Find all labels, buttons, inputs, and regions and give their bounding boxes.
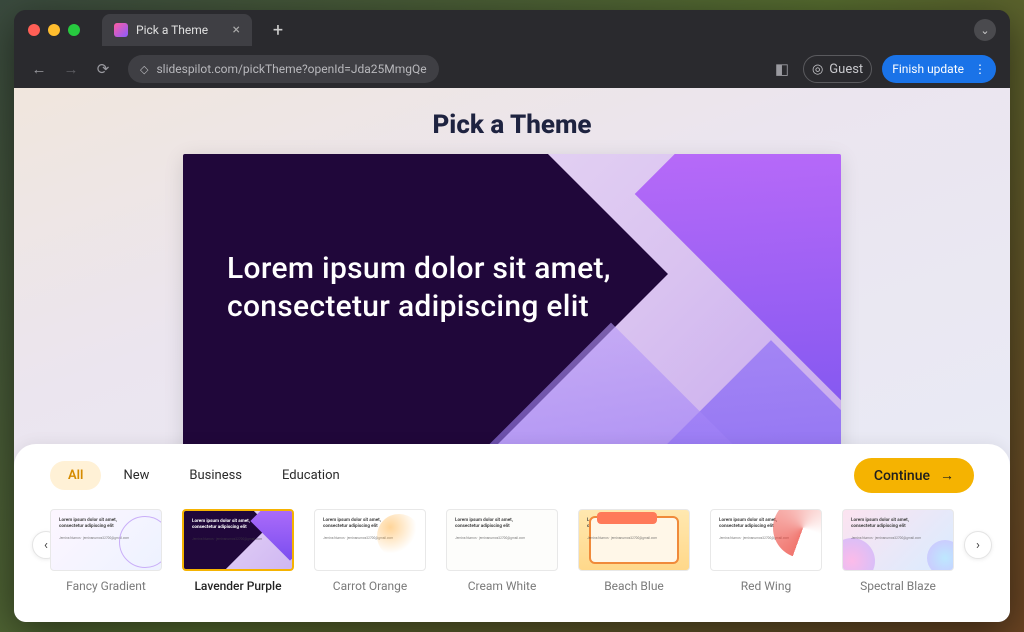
new-tab-button[interactable]: + (266, 18, 290, 42)
theme-label: Red Wing (741, 579, 791, 593)
profile-icon: ◎ (812, 62, 823, 77)
tab-title: Pick a Theme (136, 23, 208, 37)
page-title: Pick a Theme (14, 88, 1010, 140)
theme-card: Lorem ipsum dolor sit amet, consectetur … (314, 509, 426, 571)
theme-thumb[interactable]: Lorem ipsum dolor sit amet, consectetur … (50, 509, 162, 593)
site-info-icon[interactable]: ◇ (140, 63, 148, 76)
panel-toggle-icon[interactable]: ◧ (771, 60, 793, 78)
theme-thumb[interactable]: Lorem ipsum dolor sit amet, consectetur … (578, 509, 690, 593)
theme-thumb[interactable]: Lorem ipsum dolor sit amet, consectetur … (314, 509, 426, 593)
preview-heading: Lorem ipsum dolor sit amet, consectetur … (227, 250, 621, 325)
filter-business[interactable]: Business (171, 461, 260, 490)
finish-update-label: Finish update (892, 62, 964, 76)
forward-button[interactable]: → (60, 60, 82, 78)
theme-label: Fancy Gradient (66, 579, 146, 593)
url-text: slidespilot.com/pickTheme?openId=Jda25Mm… (156, 62, 426, 76)
minimize-window-button[interactable] (48, 24, 60, 36)
favicon-icon (114, 23, 128, 37)
theme-panel: AllNewBusinessEducation Continue → ‹ Lor… (14, 444, 1010, 622)
carousel-next-button[interactable]: › (964, 531, 992, 559)
theme-card: Lorem ipsum dolor sit amet, consectetur … (710, 509, 822, 571)
theme-carousel: ‹ Lorem ipsum dolor sit amet, consectetu… (50, 509, 974, 593)
theme-card: Lorem ipsum dolor sit amet, consectetur … (446, 509, 558, 571)
titlebar: Pick a Theme × + ⌄ (14, 10, 1010, 50)
theme-label: Spectral Blaze (860, 579, 936, 593)
theme-thumb[interactable]: Lorem ipsum dolor sit amet, consectetur … (182, 509, 294, 593)
theme-card: Lorem ipsum dolor sit amet, consectetur … (578, 509, 690, 571)
filter-tabs: AllNewBusinessEducation (50, 461, 358, 490)
reload-button[interactable]: ⟳ (92, 60, 114, 78)
browser-window: Pick a Theme × + ⌄ ← → ⟳ ◇ slidespilot.c… (14, 10, 1010, 622)
theme-thumbnails: Lorem ipsum dolor sit amet, consectetur … (50, 509, 974, 593)
collapse-tabs-button[interactable]: ⌄ (974, 19, 996, 41)
preview-text: Lorem ipsum dolor sit amet, consectetur … (227, 250, 621, 325)
more-icon[interactable]: ⋮ (974, 62, 986, 76)
close-window-button[interactable] (28, 24, 40, 36)
filter-education[interactable]: Education (264, 461, 358, 490)
close-tab-button[interactable]: × (233, 23, 240, 37)
browser-tab[interactable]: Pick a Theme × (102, 14, 252, 46)
theme-label: Cream White (468, 579, 537, 593)
theme-card: Lorem ipsum dolor sit amet, consectetur … (50, 509, 162, 571)
theme-thumb[interactable]: Lorem ipsum dolor sit amet, consectetur … (842, 509, 954, 593)
theme-label: Beach Blue (604, 579, 664, 593)
address-bar[interactable]: ◇ slidespilot.com/pickTheme?openId=Jda25… (128, 55, 439, 83)
browser-toolbar: ← → ⟳ ◇ slidespilot.com/pickTheme?openId… (14, 50, 1010, 88)
theme-card: Lorem ipsum dolor sit amet, consectetur … (842, 509, 954, 571)
theme-card: Lorem ipsum dolor sit amet, consectetur … (182, 509, 294, 571)
profile-button[interactable]: ◎ Guest (803, 55, 872, 83)
continue-label: Continue (874, 468, 930, 484)
theme-thumb[interactable]: Lorem ipsum dolor sit amet, consectetur … (710, 509, 822, 593)
theme-label: Lavender Purple (194, 579, 281, 593)
profile-label: Guest (829, 62, 863, 77)
theme-thumb[interactable]: Lorem ipsum dolor sit amet, consectetur … (446, 509, 558, 593)
arrow-right-icon: → (940, 467, 954, 484)
filter-all[interactable]: All (50, 461, 101, 490)
window-controls (28, 24, 80, 36)
theme-label: Carrot Orange (333, 579, 407, 593)
continue-button[interactable]: Continue → (854, 458, 974, 493)
back-button[interactable]: ← (28, 60, 50, 78)
page-content: Pick a Theme Lorem ipsum dolor sit amet,… (14, 88, 1010, 622)
panel-top: AllNewBusinessEducation Continue → (50, 458, 974, 493)
finish-update-button[interactable]: Finish update ⋮ (882, 55, 996, 83)
maximize-window-button[interactable] (68, 24, 80, 36)
filter-new[interactable]: New (105, 461, 167, 490)
